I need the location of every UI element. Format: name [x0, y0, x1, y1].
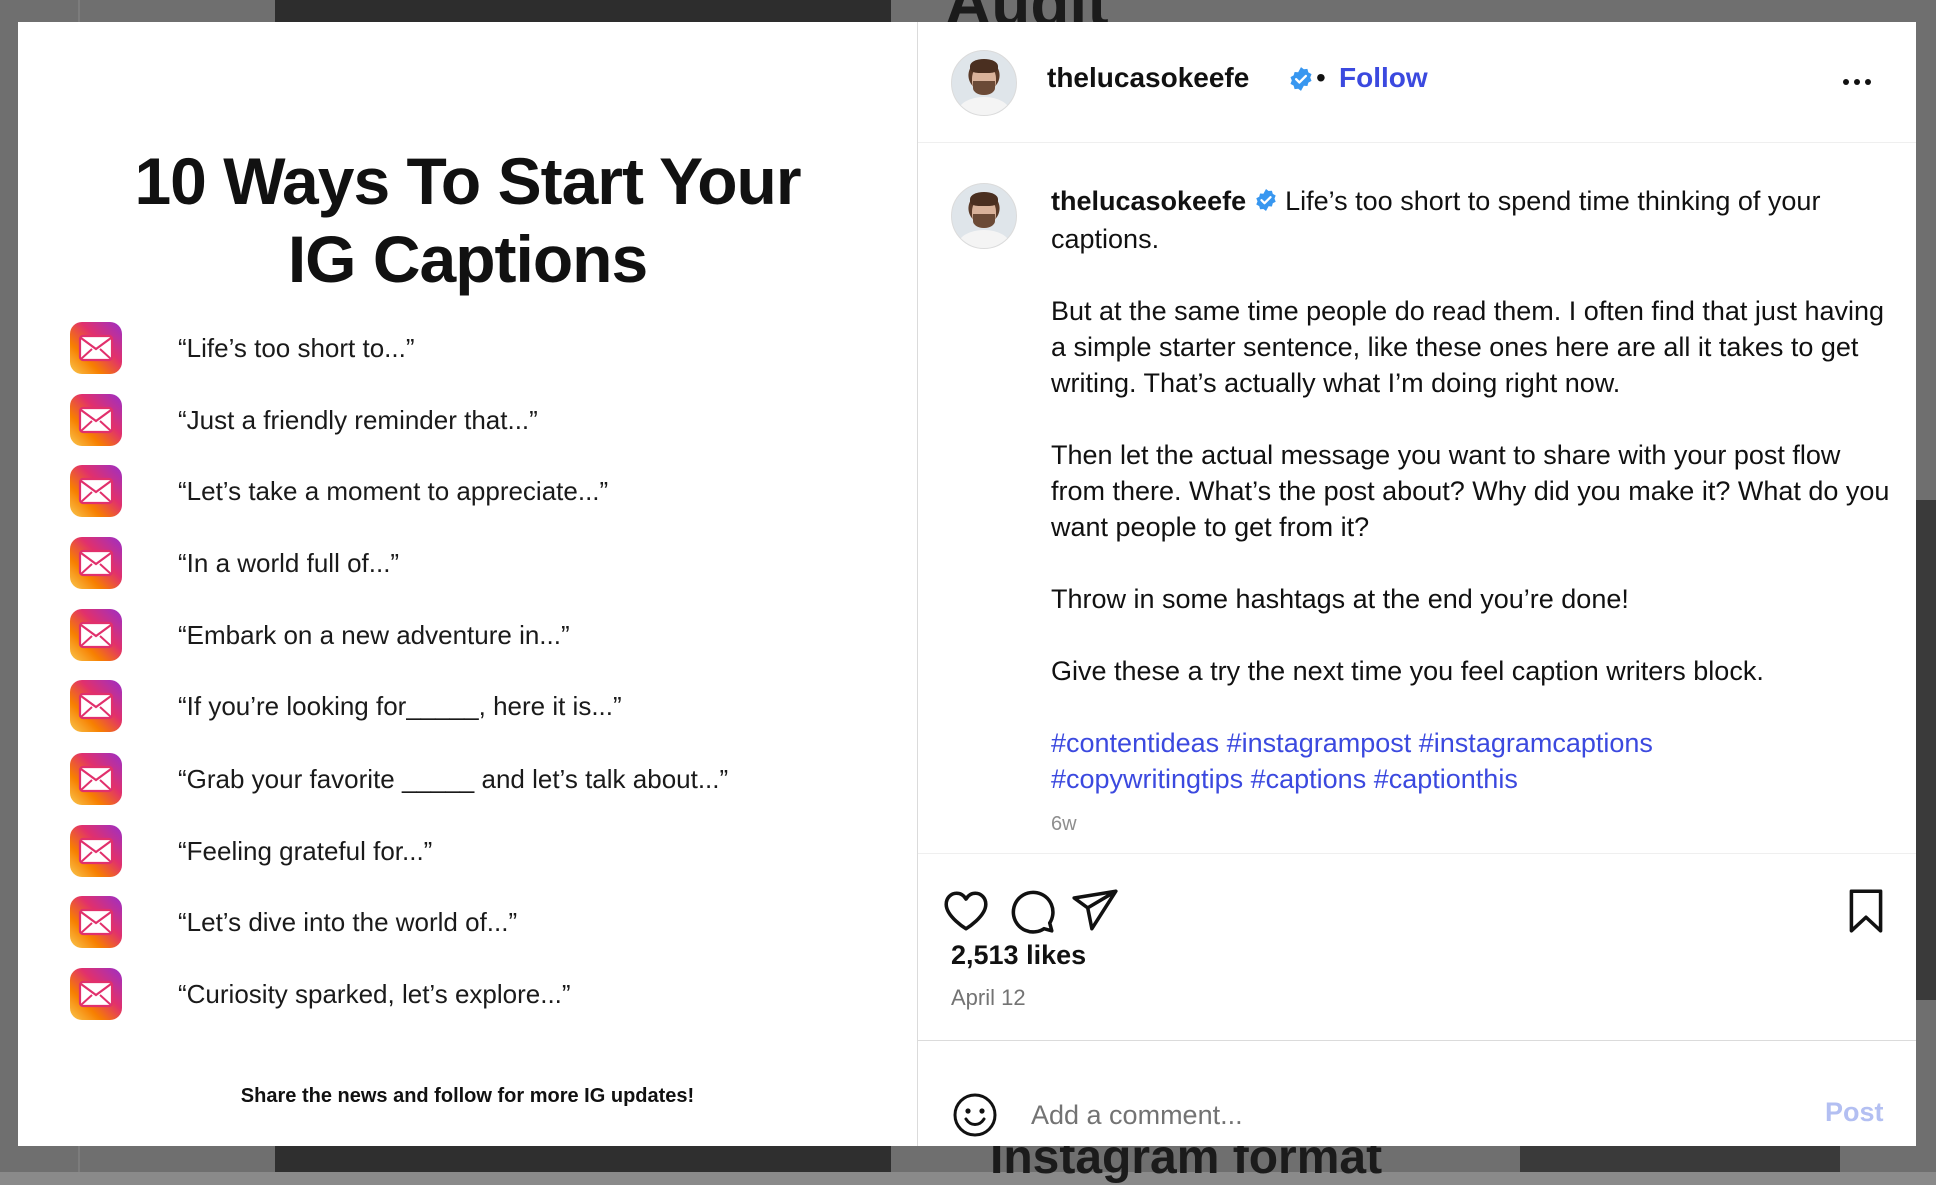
ways-list-item: “If you’re looking for_____, here it is.…	[70, 680, 870, 732]
emoji-icon[interactable]	[951, 1091, 999, 1139]
caption-avatar[interactable]	[951, 183, 1017, 249]
caption-verified-badge-icon	[1254, 185, 1278, 221]
verified-badge-icon	[1288, 66, 1314, 97]
caption-text: thelucasokeefe Life’s too short to spend…	[1051, 183, 1891, 836]
ways-list-item: “Grab your favorite _____ and let’s talk…	[70, 753, 870, 805]
ways-list-item: “Curiosity sparked, let’s explore...”	[70, 968, 870, 1020]
ways-list-item: “Embark on a new adventure in...”	[70, 609, 870, 661]
post-date: April 12	[951, 985, 1026, 1010]
comment-bar: Post	[918, 1040, 1916, 1146]
ways-list-item: “Let’s dive into the world of...”	[70, 896, 870, 948]
ways-list-item-text: “Let’s take a moment to appreciate...”	[178, 475, 609, 506]
post-image[interactable]: 10 Ways To Start Your IG Captions “Life’…	[18, 22, 917, 1146]
ways-list-item-text: “In a world full of...”	[178, 547, 400, 578]
hashtag-link[interactable]: #copywritingtips	[1051, 764, 1243, 794]
mail-icon	[70, 537, 122, 589]
ways-list-item-text: “Life’s too short to...”	[178, 332, 415, 363]
post-image-title-line2: IG Captions	[287, 222, 648, 296]
like-icon[interactable]	[941, 886, 991, 936]
ways-list-item-text: “Embark on a new adventure in...”	[178, 619, 570, 650]
mail-icon	[70, 968, 122, 1020]
share-icon[interactable]	[1070, 886, 1120, 936]
hashtag-link[interactable]: #contentideas	[1051, 728, 1219, 758]
hashtag-link[interactable]: #captions	[1251, 764, 1367, 794]
mail-icon	[70, 825, 122, 877]
hashtag-link[interactable]: #instagrampost	[1227, 728, 1412, 758]
caption-paragraph-3: Then let the actual message you want to …	[1051, 439, 1890, 542]
caption-area[interactable]: thelucasokeefe Life’s too short to spend…	[918, 143, 1916, 854]
ways-list-item-text: “Let’s dive into the world of...”	[178, 906, 518, 937]
post-comment-button[interactable]: Post	[1825, 1097, 1884, 1128]
avatar[interactable]	[951, 50, 1017, 116]
background-image-bottom	[275, 1146, 891, 1172]
mail-icon	[70, 609, 122, 661]
ways-list-item-text: “Feeling grateful for...”	[178, 835, 433, 866]
comment-input[interactable]	[1031, 1095, 1771, 1135]
caption-paragraph-5: Give these a try the next time you feel …	[1051, 655, 1764, 686]
header-separator: •	[1316, 62, 1326, 93]
ways-list-item: “In a world full of...”	[70, 537, 870, 589]
background-image-bottom-right	[1520, 1146, 1840, 1172]
post-sidebar: thelucasokeefe • Follow thelucasokeefe L…	[917, 22, 1916, 1146]
hashtag-link[interactable]: #instagramcaptions	[1419, 728, 1653, 758]
background-image-right	[1916, 500, 1936, 1000]
mail-icon	[70, 896, 122, 948]
more-options-icon[interactable]	[1843, 72, 1883, 92]
header-username[interactable]: thelucasokeefe	[1047, 62, 1249, 94]
mail-icon	[70, 394, 122, 446]
likes-count[interactable]: 2,513 likes	[951, 940, 1086, 971]
caption-paragraph-1: thelucasokeefe Life’s too short to spend…	[1051, 183, 1891, 257]
post-header: thelucasokeefe • Follow	[918, 22, 1916, 143]
post-image-title: 10 Ways To Start Your IG Captions	[18, 142, 917, 298]
caption-paragraph-2: But at the same time people do read them…	[1051, 295, 1885, 398]
caption-username[interactable]: thelucasokeefe	[1051, 186, 1246, 216]
background-image-top	[275, 0, 891, 22]
mail-icon	[70, 465, 122, 517]
ways-list-item-text: “Grab your favorite _____ and let’s talk…	[178, 763, 729, 794]
ways-list-item-text: “If you’re looking for_____, here it is.…	[178, 690, 622, 721]
mail-icon	[70, 322, 122, 374]
follow-button[interactable]: Follow	[1339, 62, 1428, 94]
comment-icon[interactable]	[1007, 886, 1057, 936]
ways-list-item: “Let’s take a moment to appreciate...”	[70, 465, 870, 517]
action-bar	[918, 854, 1916, 934]
caption-hashtags: #contentideas #instagrampost #instagramc…	[1051, 725, 1891, 797]
save-bookmark-icon[interactable]	[1841, 886, 1891, 936]
mail-icon	[70, 680, 122, 732]
caption-paragraph-4: Throw in some hashtags at the end you’re…	[1051, 583, 1629, 614]
ways-list-item-text: “Curiosity sparked, let’s explore...”	[178, 978, 571, 1009]
post-image-footer: Share the news and follow for more IG up…	[240, 1085, 695, 1107]
hashtag-link[interactable]: #captionthis	[1374, 764, 1518, 794]
post-age[interactable]: 6w	[1051, 813, 1891, 836]
ways-list-item: “Just a friendly reminder that...”	[70, 394, 870, 446]
post-image-title-line1: 10 Ways To Start Your	[134, 144, 801, 218]
ways-list-item: “Life’s too short to...”	[70, 322, 870, 374]
mail-icon	[70, 753, 122, 805]
ways-list-item-text: “Just a friendly reminder that...”	[178, 404, 538, 435]
ways-list-item: “Feeling grateful for...”	[70, 825, 870, 877]
post-modal: 10 Ways To Start Your IG Captions “Life’…	[18, 22, 1916, 1146]
